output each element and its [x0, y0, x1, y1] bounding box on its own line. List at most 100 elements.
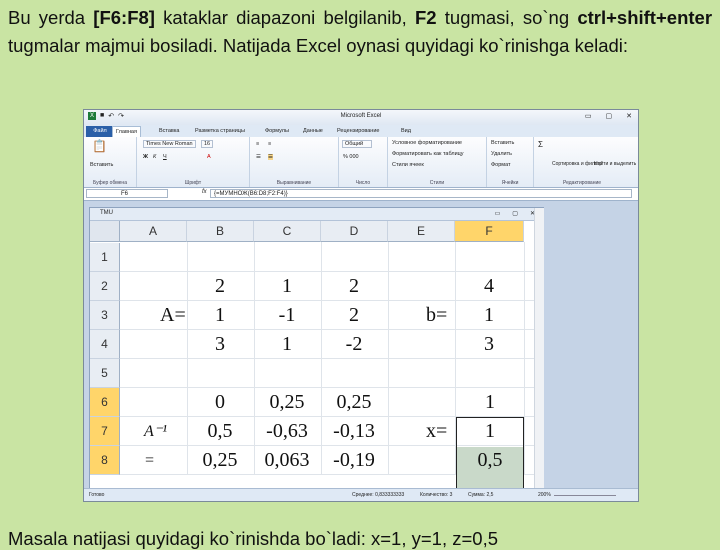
align-left-icon[interactable]: ☰: [256, 154, 261, 160]
label-a: A=: [160, 304, 186, 326]
align-middle-icon[interactable]: ≡: [268, 141, 271, 147]
column-header-d[interactable]: D: [321, 221, 388, 242]
intro-paragraph: Bu yerda [F6:F8] kataklar diapazoni belg…: [8, 4, 712, 60]
delete-button[interactable]: Удалить: [491, 151, 512, 157]
cell-f7[interactable]: 1: [457, 417, 523, 446]
tab-insert[interactable]: Вставка: [156, 126, 182, 137]
format-button[interactable]: Формат: [491, 162, 511, 168]
cell-c7[interactable]: -0,63: [254, 417, 320, 446]
row-header-6[interactable]: 6: [90, 388, 120, 417]
align-top-icon[interactable]: ≡: [256, 141, 259, 147]
row-header-3[interactable]: 3: [90, 301, 120, 330]
cell-d7[interactable]: -0,13: [321, 417, 387, 446]
column-header-c[interactable]: C: [254, 221, 321, 242]
text-segment: tugmalar majmui bosiladi. Natijada Excel…: [8, 35, 629, 56]
tab-file[interactable]: Файл: [86, 126, 114, 137]
number-format-select[interactable]: Общий: [342, 140, 373, 148]
cell-f8[interactable]: 0,5: [457, 446, 523, 475]
minimize-icon[interactable]: ▭: [585, 112, 592, 120]
row-header-2[interactable]: 2: [90, 272, 120, 301]
cell-c3[interactable]: -1: [254, 301, 320, 330]
workbook-title-bar: TMU ▭ ▢ ✕: [90, 208, 543, 221]
ribbon-tabs: Файл Главная Вставка Разметка страницы Ф…: [84, 125, 638, 138]
status-average: Среднее: 0,833333333: [352, 492, 405, 498]
formula-input[interactable]: {=МУМНОЖ(B6:D8;F2:F4)}: [210, 189, 632, 198]
cell-f6[interactable]: 1: [457, 388, 523, 417]
font-size-select[interactable]: 16: [201, 140, 214, 148]
cell-f2[interactable]: 4: [456, 272, 522, 301]
ribbon: 📋 Вставить Буфер обмена Times New Roman …: [84, 137, 638, 188]
select-all-corner[interactable]: [90, 221, 120, 242]
formula-bar: F6 fx {=МУМНОЖ(B6:D8;F2:F4)}: [84, 188, 638, 201]
tab-view[interactable]: Вид: [398, 126, 414, 137]
group-label: Редактирование: [562, 180, 602, 186]
workbook-name: TMU: [100, 210, 113, 216]
paste-icon[interactable]: 📋: [92, 139, 107, 153]
vertical-scrollbar[interactable]: [534, 208, 544, 489]
autosum-icon[interactable]: Σ: [538, 140, 543, 149]
row-header-7[interactable]: 7: [90, 417, 120, 446]
find-select-button[interactable]: Найти и выделить: [594, 161, 636, 167]
minimize-icon[interactable]: ▭: [495, 210, 501, 217]
format-table-button[interactable]: Форматировать как таблицу: [392, 151, 464, 157]
restore-icon[interactable]: ▢: [512, 210, 518, 217]
status-bar: Готово Среднее: 0,833333333 Количество: …: [84, 488, 638, 501]
column-header-b[interactable]: B: [187, 221, 254, 242]
insert-button[interactable]: Вставить: [491, 140, 514, 146]
font-color-icon[interactable]: A: [207, 154, 211, 160]
zoom-slider[interactable]: [554, 495, 616, 496]
row-header-4[interactable]: 4: [90, 330, 120, 359]
tab-page-layout[interactable]: Разметка страницы: [192, 126, 248, 137]
font-name-select[interactable]: Times New Roman: [143, 140, 196, 148]
underline-button[interactable]: Ч: [163, 154, 167, 160]
cell-b4[interactable]: 3: [187, 330, 253, 359]
text-segment: Bu yerda: [8, 7, 94, 28]
workbook-window: TMU ▭ ▢ ✕ A B C D E F 1 2 3 4 5 6 7 8 2 …: [89, 207, 544, 501]
cell-d4[interactable]: -2: [321, 330, 387, 359]
row-header-5[interactable]: 5: [90, 359, 120, 388]
column-header-a[interactable]: A: [120, 221, 187, 242]
column-header-f[interactable]: F: [455, 221, 524, 242]
conditional-format-button[interactable]: Условное форматирование: [392, 140, 462, 146]
paste-button[interactable]: Вставить: [90, 162, 113, 168]
group-label: Число: [355, 180, 371, 186]
close-icon[interactable]: ✕: [626, 112, 632, 120]
tab-data[interactable]: Данные: [300, 126, 326, 137]
cell-f3[interactable]: 1: [456, 301, 522, 330]
row-header-8[interactable]: 8: [90, 446, 120, 475]
bold-button[interactable]: Ж: [143, 154, 148, 160]
percent-icon[interactable]: % 000: [343, 154, 359, 160]
window-controls: ▭ ▢ ✕: [585, 112, 632, 120]
italic-button[interactable]: К: [153, 154, 156, 160]
status-count: Количество: 3: [420, 492, 453, 498]
align-center-icon[interactable]: ☰: [268, 154, 273, 160]
cell-c6[interactable]: 0,25: [254, 388, 320, 417]
cell-d8[interactable]: -0,19: [321, 446, 387, 475]
zoom-level[interactable]: 200%: [538, 492, 551, 498]
name-box[interactable]: F6: [86, 189, 168, 198]
cell-b7[interactable]: 0,5: [187, 417, 253, 446]
cell-b6[interactable]: 0: [187, 388, 253, 417]
tab-formulas[interactable]: Формулы: [262, 126, 292, 137]
cell-b3[interactable]: 1: [187, 301, 253, 330]
cell-c2[interactable]: 1: [254, 272, 320, 301]
cell-f4[interactable]: 3: [456, 330, 522, 359]
tab-review[interactable]: Рецензирование: [334, 126, 382, 137]
cell-styles-button[interactable]: Стили ячеек: [392, 162, 424, 168]
row-header-1[interactable]: 1: [90, 243, 120, 272]
group-font: Times New Roman 16 Ж К Ч A Шрифт: [137, 137, 250, 187]
cell-d6[interactable]: 0,25: [321, 388, 387, 417]
cell-d2[interactable]: 2: [321, 272, 387, 301]
cell-c8[interactable]: 0,063: [254, 446, 320, 475]
column-header-e[interactable]: E: [388, 221, 455, 242]
cell-d3[interactable]: 2: [321, 301, 387, 330]
fx-icon[interactable]: fx: [202, 189, 207, 195]
label-inverse: A⁻¹ =: [144, 423, 168, 469]
maximize-icon[interactable]: ▢: [606, 112, 613, 120]
cell-b8[interactable]: 0,25: [187, 446, 253, 475]
group-editing: Σ Сортировка и фильтр Найти и выделить Р…: [534, 137, 636, 187]
cell-b2[interactable]: 2: [187, 272, 253, 301]
cell-c4[interactable]: 1: [254, 330, 320, 359]
workbook-controls: ▭ ▢ ✕: [495, 210, 535, 217]
group-label: Ячейки: [501, 180, 519, 186]
